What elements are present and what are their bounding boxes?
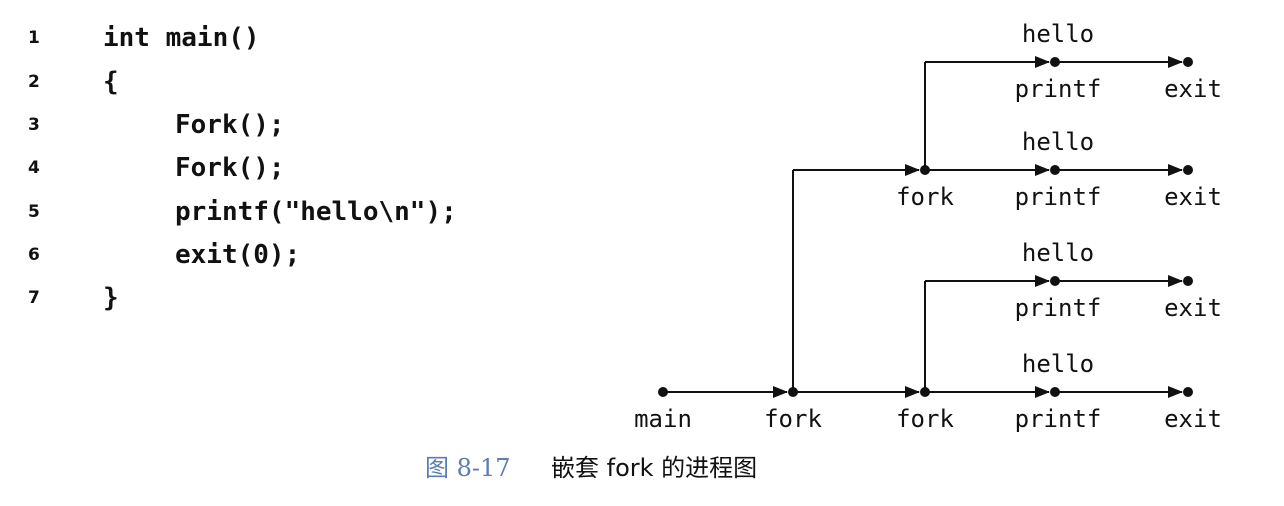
- arrowhead: [1168, 275, 1183, 287]
- vertex: [788, 387, 798, 397]
- exit-label: exit: [1164, 294, 1222, 322]
- vertex: [920, 387, 930, 397]
- arrowhead: [1035, 164, 1050, 176]
- vertex: [1050, 276, 1060, 286]
- printf-label: printf: [1015, 294, 1102, 322]
- vertex: [1050, 387, 1060, 397]
- arrowhead: [1035, 275, 1050, 287]
- caption-label: 图 8-17: [425, 454, 511, 482]
- exit-label: exit: [1164, 75, 1222, 103]
- hello-label: hello: [1022, 350, 1094, 378]
- vertex: [1183, 276, 1193, 286]
- arrowhead: [1035, 56, 1050, 68]
- vertex: [1050, 57, 1060, 67]
- figure-caption: 图 8-17 嵌套 fork 的进程图: [425, 450, 757, 486]
- process-graph: main fork fork fork hello printf exit hello prin…: [634, 20, 1222, 433]
- hello-label: hello: [1022, 239, 1094, 267]
- caption-text: 嵌套 fork 的进程图: [551, 454, 758, 482]
- arrowhead: [1168, 164, 1183, 176]
- vertex: [1183, 57, 1193, 67]
- printf-label: printf: [1015, 405, 1102, 433]
- arrowhead: [1035, 386, 1050, 398]
- vertex: [1183, 387, 1193, 397]
- arrowhead: [905, 386, 920, 398]
- exit-label: exit: [1164, 405, 1222, 433]
- arrowhead: [1168, 56, 1183, 68]
- main-label: main: [634, 405, 692, 433]
- vertex: [658, 387, 668, 397]
- fork-label: fork: [896, 183, 954, 211]
- arrowhead: [773, 386, 788, 398]
- vertex: [920, 165, 930, 175]
- arrowhead: [1168, 386, 1183, 398]
- fork-label: fork: [764, 405, 822, 433]
- printf-label: printf: [1015, 183, 1102, 211]
- hello-label: hello: [1022, 128, 1094, 156]
- vertex: [1050, 165, 1060, 175]
- hello-label: hello: [1022, 20, 1094, 48]
- vertex: [1183, 165, 1193, 175]
- fork-label: fork: [896, 405, 954, 433]
- exit-label: exit: [1164, 183, 1222, 211]
- printf-label: printf: [1015, 75, 1102, 103]
- arrowhead: [905, 164, 920, 176]
